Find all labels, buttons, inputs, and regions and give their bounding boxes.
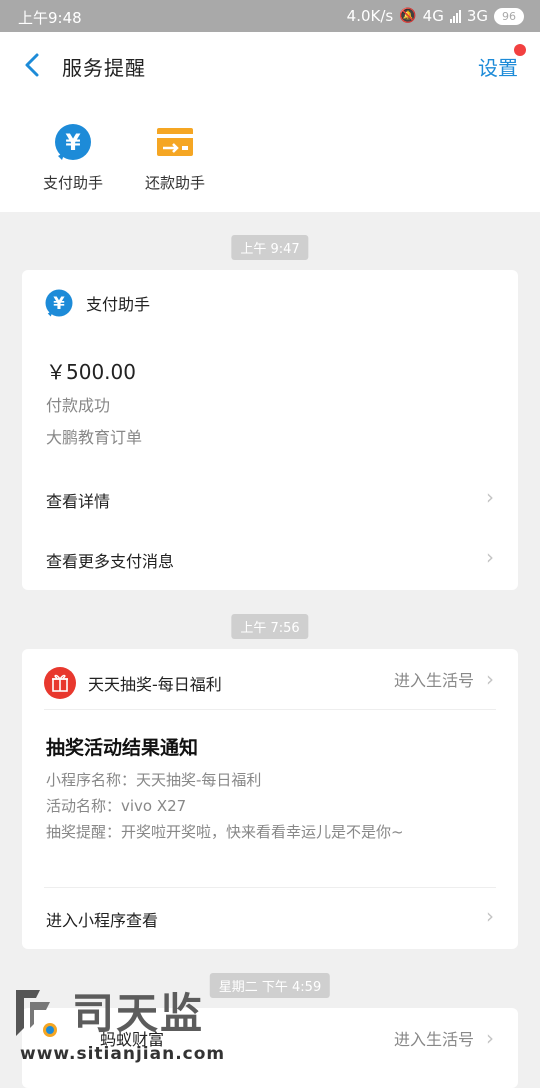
mute-icon: 🔕 — [399, 8, 417, 24]
chevron-right-icon: › — [486, 667, 494, 691]
message-card-payment: ¥ 支付助手 ￥500.00 付款成功 大鹏教育订单 查看详情 › 查看更多支付… — [22, 270, 518, 590]
card-source: 天天抽奖-每日福利 — [88, 675, 222, 694]
message-card-lottery: 天天抽奖-每日福利 进入生活号 › 抽奖活动结果通知 小程序名称：天天抽奖-每日… — [22, 649, 518, 949]
view-details-link[interactable]: 查看详情 › — [46, 485, 494, 512]
yuan-icon: ¥ — [45, 289, 73, 317]
status-bar: 上午9:48 4.0K/s 🔕 4G 3G 96 — [0, 0, 540, 32]
shortcut-repay-assistant[interactable]: 还款助手 — [130, 122, 220, 193]
card-header: 天天抽奖-每日福利 — [44, 667, 222, 699]
chevron-right-icon: › — [486, 904, 494, 928]
network-speed: 4.0K/s — [346, 7, 394, 25]
back-arrow-icon — [25, 53, 39, 77]
chevron-right-icon: › — [486, 545, 494, 569]
chevron-right-icon: › — [486, 485, 494, 509]
notice-headline: 抽奖活动结果通知 — [46, 737, 199, 759]
shortcut-pay-assistant[interactable]: ¥ 支付助手 — [28, 122, 118, 193]
signal-icon — [449, 9, 461, 23]
divider — [44, 887, 496, 888]
enter-label: 进入生活号 — [393, 1030, 474, 1049]
divider — [44, 709, 496, 710]
battery-icon: 96 — [494, 7, 524, 25]
shortcut-label: 还款助手 — [144, 174, 205, 192]
payment-status: 付款成功 — [46, 396, 111, 415]
header: 服务提醒 设置 ¥ 支付助手 还款助手 — [0, 32, 540, 212]
network-3g: 3G — [466, 7, 488, 25]
status-time: 上午9:48 — [18, 9, 82, 27]
network-4g: 4G — [422, 7, 444, 25]
back-button[interactable] — [18, 50, 48, 80]
enter-life-account-button[interactable]: 进入生活号 › — [394, 667, 494, 691]
chevron-right-icon: › — [486, 1026, 494, 1050]
watermark: 司天监 www.sitianjian.com — [10, 984, 260, 1070]
enter-life-account-button[interactable]: 进入生活号 › — [394, 1026, 494, 1050]
status-indicators: 4.0K/s 🔕 4G 3G 96 — [347, 7, 524, 25]
order-name: 大鹏教育订单 — [46, 428, 143, 447]
page-title: 服务提醒 — [62, 56, 146, 80]
watermark-brand: 司天监 — [72, 989, 205, 1038]
svg-text:¥: ¥ — [65, 131, 81, 156]
shortcut-label: 支付助手 — [42, 174, 103, 192]
watermark-url: www.sitianjian.com — [20, 1044, 226, 1064]
timestamp: 上午 9:47 — [231, 235, 309, 260]
more-payment-messages-link[interactable]: 查看更多支付消息 › — [46, 545, 494, 572]
enter-label: 进入生活号 — [393, 671, 474, 690]
activity-name: 活动名称：vivo X27 — [46, 797, 187, 815]
mini-program-name: 小程序名称：天天抽奖-每日福利 — [46, 771, 262, 789]
notification-badge — [514, 44, 526, 56]
lottery-reminder: 抽奖提醒：开奖啦开奖啦，快来看看幸运儿是不是你~ — [46, 823, 404, 841]
svg-text:¥: ¥ — [53, 294, 65, 313]
open-mini-program-link[interactable]: 进入小程序查看 › — [46, 904, 494, 931]
card-transfer-icon — [155, 122, 195, 162]
settings-button[interactable]: 设置 — [478, 52, 518, 81]
yuan-icon: ¥ — [53, 122, 93, 162]
gift-icon — [44, 667, 76, 699]
link-label: 进入小程序查看 — [46, 911, 159, 930]
payment-amount: ￥500.00 — [46, 360, 136, 384]
card-source: 支付助手 — [86, 295, 151, 314]
link-label: 查看详情 — [46, 492, 111, 511]
card-header: ¥ 支付助手 — [44, 288, 150, 318]
watermark-logo-icon — [16, 990, 57, 1037]
timestamp: 上午 7:56 — [231, 614, 309, 639]
link-label: 查看更多支付消息 — [46, 552, 175, 571]
